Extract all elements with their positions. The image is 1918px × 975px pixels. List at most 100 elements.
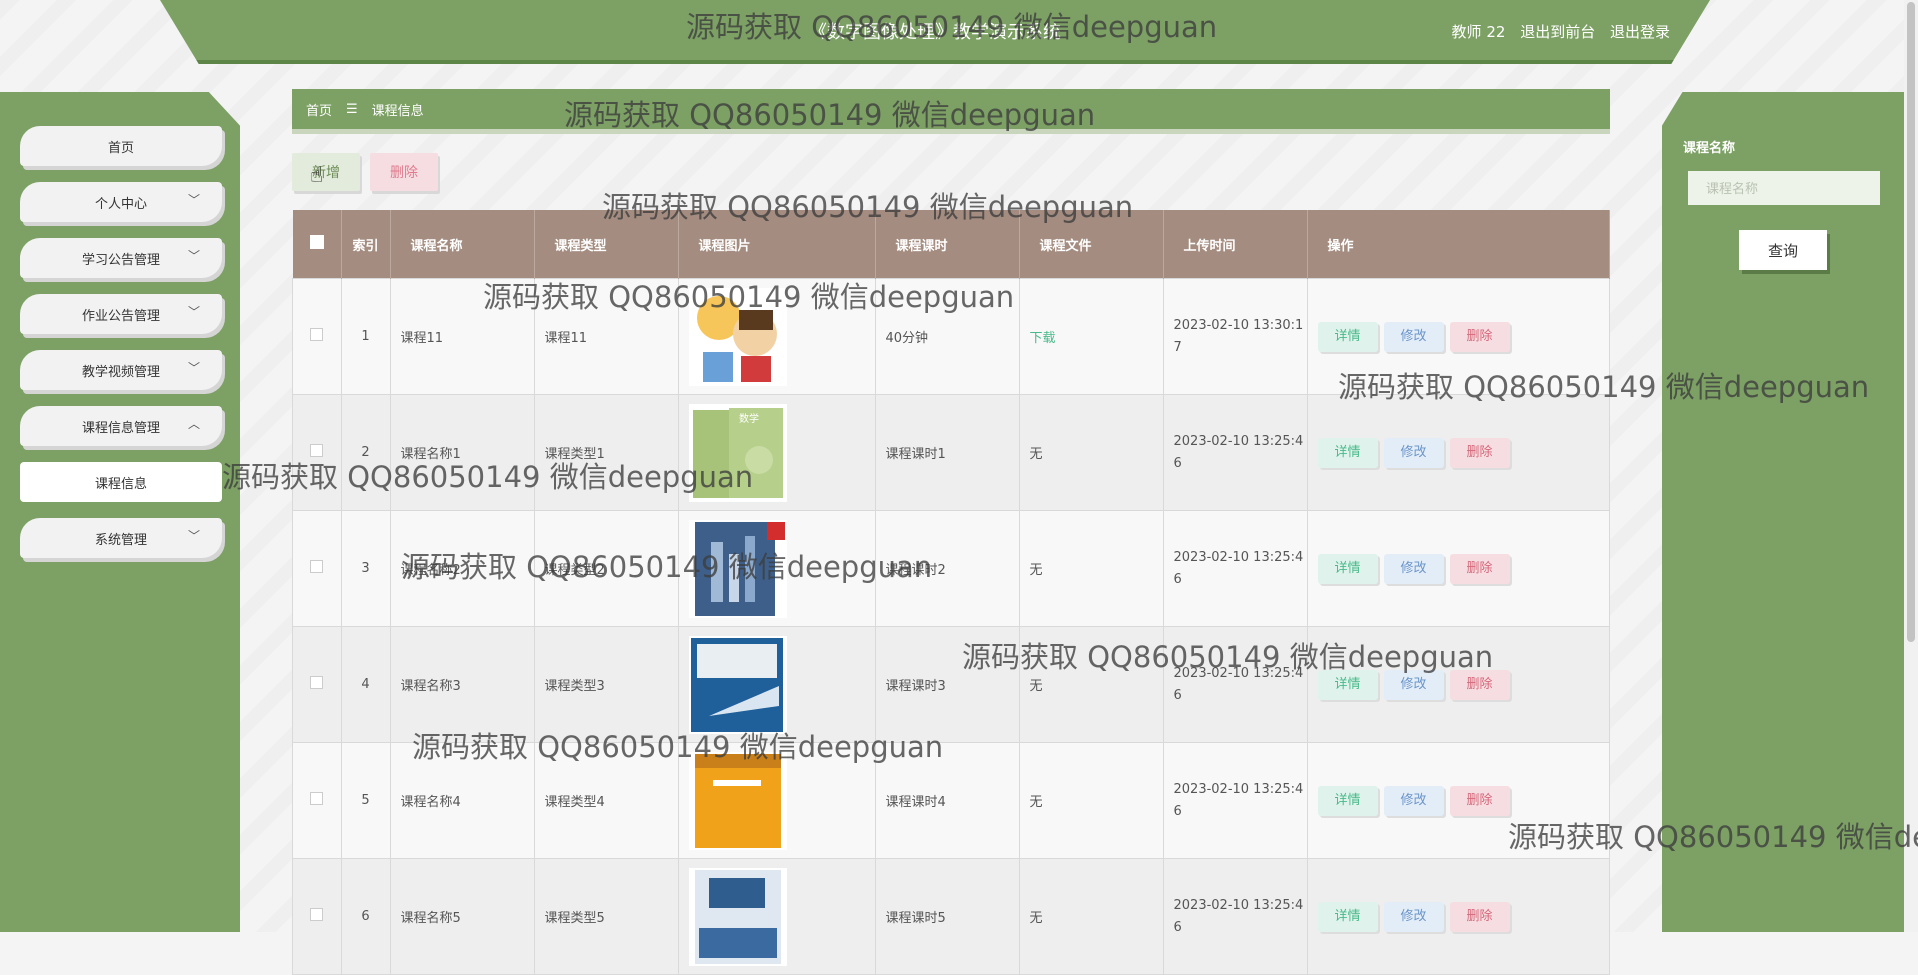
edit-button[interactable]: 修改: [1383, 553, 1444, 584]
row-select-cell: [292, 394, 342, 511]
table-row: 2 课程名称1 课程类型1 数学 课程课时1 无 2023-02-10 13:25:46 详情…: [292, 394, 1610, 511]
row-checkbox[interactable]: [310, 444, 324, 457]
sidebar-item[interactable]: 教学视频管理 ﹀: [20, 350, 222, 390]
row-delete-button[interactable]: 删除: [1449, 321, 1510, 352]
col-hours: 课程课时: [875, 210, 1020, 279]
cell-file: 下载: [1018, 278, 1164, 395]
row-delete-button[interactable]: 删除: [1449, 553, 1510, 584]
row-checkbox[interactable]: [310, 560, 324, 573]
sidebar-item-label: 教学视频管理: [81, 364, 160, 380]
edit-button[interactable]: 修改: [1383, 669, 1444, 700]
delete-button[interactable]: 删除: [370, 153, 438, 191]
cell-name: 课程名称5: [389, 858, 535, 975]
search-button[interactable]: 查询: [1739, 230, 1827, 270]
cell-image: [677, 626, 876, 743]
cell-hours: 课程课时3: [874, 626, 1020, 743]
right-sidebar: [1662, 92, 1918, 932]
row-delete-button[interactable]: 删除: [1449, 785, 1510, 816]
detail-button[interactable]: 详情: [1317, 901, 1378, 932]
top-header: 《数字图像处理》教学演示系统 教师 22 退出到前台 退出登录: [160, 0, 1710, 64]
sidebar-item-system[interactable]: 系统管理 ﹀: [20, 518, 222, 558]
course-thumbnail: 数学: [688, 403, 787, 502]
cell-hours: 课程课时2: [874, 510, 1020, 627]
course-name-search-input[interactable]: [1688, 171, 1880, 205]
file-value: 无: [1029, 563, 1043, 578]
detail-button[interactable]: 详情: [1317, 785, 1378, 816]
table-header-row: 索引 课程名称 课程类型 课程图片 课程课时 课程文件 上传时间 操作: [292, 210, 1610, 279]
chevron-icon: ﹀: [187, 249, 200, 263]
row-select-cell: [292, 510, 342, 627]
edit-button[interactable]: 修改: [1383, 321, 1444, 352]
table-row: 5 课程名称4 课程类型4 课程课时4 无 2023-02-10 13:25:46 详情 修改…: [292, 742, 1610, 859]
user-area: 教师 22 退出到前台 退出登录: [1442, 21, 1670, 42]
cell-file: 无: [1018, 626, 1164, 743]
svg-text:数学: 数学: [739, 412, 759, 425]
sidebar-item-label: 个人中心: [94, 196, 147, 212]
mouse-cursor-icon: ☝: [310, 163, 324, 188]
table-row: 6 课程名称5 课程类型5 课程课时5 无 2023-02-10 13:25:46 详情 修改…: [292, 858, 1610, 975]
cell-hours: 40分钟: [874, 278, 1020, 395]
breadcrumb: 首页 ☰ 课程信息: [292, 89, 1610, 134]
row-delete-button[interactable]: 删除: [1449, 901, 1510, 932]
chevron-icon: ﹀: [187, 529, 200, 543]
cell-time: 2023-02-10 13:25:46: [1162, 626, 1308, 743]
file-value: 无: [1029, 679, 1043, 694]
sidebar-item[interactable]: 课程信息管理 ︿: [20, 406, 222, 446]
cell-type: 课程类型3: [533, 626, 679, 743]
sidebar-item[interactable]: 作业公告管理 ﹀: [20, 294, 222, 334]
detail-button[interactable]: 详情: [1317, 553, 1378, 584]
cell-image: [677, 742, 876, 859]
cell-index: 5: [340, 742, 391, 859]
sidebar-item-label: 学习公告管理: [81, 252, 160, 268]
detail-button[interactable]: 详情: [1317, 321, 1378, 352]
menu-icon: ☰: [346, 101, 358, 117]
course-thumbnail: [688, 287, 787, 386]
course-table: 索引 课程名称 课程类型 课程图片 课程课时 课程文件 上传时间 操作 1 课程1…: [292, 210, 1610, 975]
scrollbar-thumb[interactable]: [1907, 2, 1915, 642]
exit-to-front-link[interactable]: 退出到前台: [1520, 23, 1595, 41]
edit-button[interactable]: 修改: [1383, 785, 1444, 816]
sidebar-menu: 首页 个人中心 ﹀ 学习公告管理 ﹀ 作业公告管理 ﹀ 教学视频管理 ﹀ 课程信息管理 ︿ 课程信息系…: [20, 126, 222, 574]
row-checkbox[interactable]: [310, 908, 324, 921]
row-checkbox[interactable]: [310, 676, 324, 689]
cell-name: 课程名称4: [389, 742, 535, 859]
col-time: 上传时间: [1163, 210, 1308, 279]
detail-button[interactable]: 详情: [1317, 437, 1378, 468]
cell-time: 2023-02-10 13:25:46: [1162, 510, 1308, 627]
file-value[interactable]: 下载: [1030, 331, 1056, 346]
logout-link[interactable]: 退出登录: [1610, 23, 1670, 41]
cell-type: 课程类型2: [533, 510, 679, 627]
sidebar-item-label: 课程信息管理: [81, 420, 160, 436]
breadcrumb-home[interactable]: 首页: [306, 100, 332, 119]
col-index: 索引: [341, 210, 391, 279]
add-button[interactable]: 新增: [292, 153, 360, 191]
sidebar-item-label: 作业公告管理: [81, 308, 160, 324]
sidebar-item-label: 首页: [107, 140, 134, 156]
row-checkbox[interactable]: [310, 328, 324, 341]
row-delete-button[interactable]: 删除: [1449, 437, 1510, 468]
page-scrollbar[interactable]: [1904, 0, 1918, 932]
row-checkbox[interactable]: [310, 792, 324, 805]
cell-name: 课程名称3: [389, 626, 535, 743]
cell-hours: 课程课时1: [874, 394, 1020, 511]
course-thumbnail: [688, 635, 787, 734]
cell-name: 课程11: [389, 278, 535, 395]
row-select-cell: [292, 278, 342, 395]
row-delete-button[interactable]: 删除: [1449, 669, 1510, 700]
cell-image: 数学: [677, 394, 876, 511]
edit-button[interactable]: 修改: [1383, 901, 1444, 932]
sidebar-item[interactable]: 首页: [20, 126, 222, 166]
sidebar-item[interactable]: 学习公告管理 ﹀: [20, 238, 222, 278]
select-all-checkbox[interactable]: [309, 235, 324, 249]
sidebar-item[interactable]: 个人中心 ﹀: [20, 182, 222, 222]
cell-actions: 详情 修改 删除: [1306, 626, 1610, 743]
sidebar-subitem-course-info[interactable]: 课程信息: [20, 462, 222, 502]
cell-time: 2023-02-10 13:30:17: [1162, 278, 1308, 395]
file-value: 无: [1029, 911, 1043, 926]
edit-button[interactable]: 修改: [1383, 437, 1444, 468]
detail-button[interactable]: 详情: [1317, 669, 1378, 700]
cell-type: 课程类型4: [533, 742, 679, 859]
cell-actions: 详情 修改 删除: [1306, 510, 1610, 627]
cell-image: [677, 510, 876, 627]
file-value: 无: [1029, 795, 1043, 810]
